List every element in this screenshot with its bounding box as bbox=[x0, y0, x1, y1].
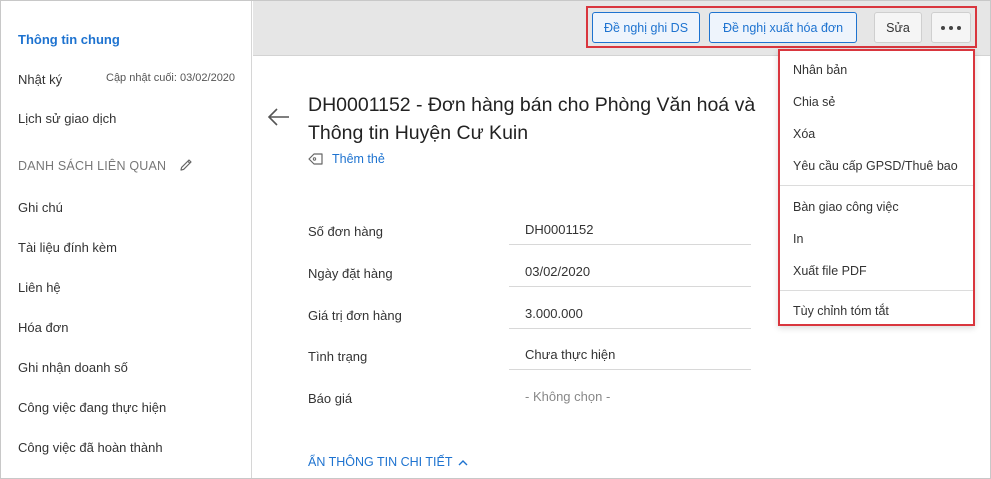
order-date-label: Ngày đặt hàng bbox=[308, 266, 393, 281]
propose-record-button[interactable]: Đề nghị ghi DS bbox=[592, 12, 700, 43]
sidebar-item-transaction-history[interactable]: Lịch sử giao dịch bbox=[18, 111, 116, 126]
sidebar-item-tasks-completed[interactable]: Công việc đã hoàn thành bbox=[18, 440, 163, 455]
sidebar: Thông tin chung Nhật ký Cập nhật cuối: 0… bbox=[1, 1, 252, 478]
window: Thông tin chung Nhật ký Cập nhật cuối: 0… bbox=[0, 0, 991, 479]
sidebar-item-attachments[interactable]: Tài liệu đính kèm bbox=[18, 240, 117, 255]
status-value[interactable]: Chưa thực hiện bbox=[509, 340, 751, 370]
menu-item-handover[interactable]: Bàn giao công việc bbox=[793, 200, 899, 214]
sidebar-item-invoices[interactable]: Hóa đơn bbox=[18, 320, 68, 335]
sidebar-item-general-info[interactable]: Thông tin chung bbox=[18, 32, 120, 47]
hide-details-link[interactable]: ẨN THÔNG TIN CHI TIẾT bbox=[308, 455, 468, 469]
page-title: DH0001152 - Đơn hàng bán cho Phòng Văn h… bbox=[308, 94, 756, 144]
menu-item-duplicate[interactable]: Nhân bản bbox=[793, 63, 847, 77]
quote-select[interactable]: - Không chọn - bbox=[509, 382, 751, 412]
tag-icon bbox=[308, 153, 323, 165]
menu-item-customize-summary[interactable]: Tùy chỉnh tóm tắt bbox=[793, 304, 889, 318]
order-date-value[interactable]: 03/02/2020 bbox=[509, 257, 751, 287]
add-tag-label: Thêm thẻ bbox=[332, 152, 385, 166]
menu-item-request-license[interactable]: Yêu cầu cấp GPSD/Thuê bao bbox=[793, 159, 958, 173]
related-section-heading: DANH SÁCH LIÊN QUAN bbox=[18, 159, 167, 173]
more-actions-menu: Nhân bản Chia sẻ Xóa Yêu cầu cấp GPSD/Th… bbox=[778, 49, 975, 326]
menu-divider bbox=[780, 290, 973, 291]
chevron-up-icon bbox=[458, 459, 468, 465]
sidebar-item-tasks-in-progress[interactable]: Công việc đang thực hiện bbox=[18, 400, 166, 415]
menu-item-delete[interactable]: Xóa bbox=[793, 127, 815, 141]
order-value-value[interactable]: 3.000.000 bbox=[509, 299, 751, 329]
status-label: Tình trạng bbox=[308, 349, 368, 364]
sidebar-item-sales-records[interactable]: Ghi nhận doanh số bbox=[18, 360, 128, 375]
sidebar-item-contacts[interactable]: Liên hệ bbox=[18, 280, 61, 295]
more-dots-icon bbox=[941, 25, 961, 30]
hide-details-label: ẨN THÔNG TIN CHI TIẾT bbox=[308, 455, 453, 469]
quote-label: Báo giá bbox=[308, 391, 353, 406]
pencil-icon[interactable] bbox=[178, 157, 194, 173]
menu-item-print[interactable]: In bbox=[793, 232, 803, 246]
edit-button[interactable]: Sửa bbox=[874, 12, 922, 43]
order-number-label: Số đơn hàng bbox=[308, 224, 384, 239]
add-tag-link[interactable]: Thêm thẻ bbox=[308, 152, 385, 166]
order-number-value[interactable]: DH0001152 bbox=[509, 215, 751, 245]
more-button[interactable] bbox=[931, 12, 971, 43]
propose-invoice-button[interactable]: Đề nghị xuất hóa đơn bbox=[709, 12, 857, 43]
last-updated-text: Cập nhật cuối: 03/02/2020 bbox=[106, 72, 236, 84]
menu-item-share[interactable]: Chia sẻ bbox=[793, 95, 835, 109]
sidebar-item-notes[interactable]: Ghi chú bbox=[18, 200, 63, 215]
order-value-label: Giá trị đơn hàng bbox=[308, 308, 402, 323]
menu-divider bbox=[780, 185, 973, 186]
back-arrow-icon[interactable] bbox=[267, 107, 291, 127]
menu-item-export-pdf[interactable]: Xuất file PDF bbox=[793, 264, 867, 278]
sidebar-item-journal[interactable]: Nhật ký bbox=[18, 72, 62, 87]
